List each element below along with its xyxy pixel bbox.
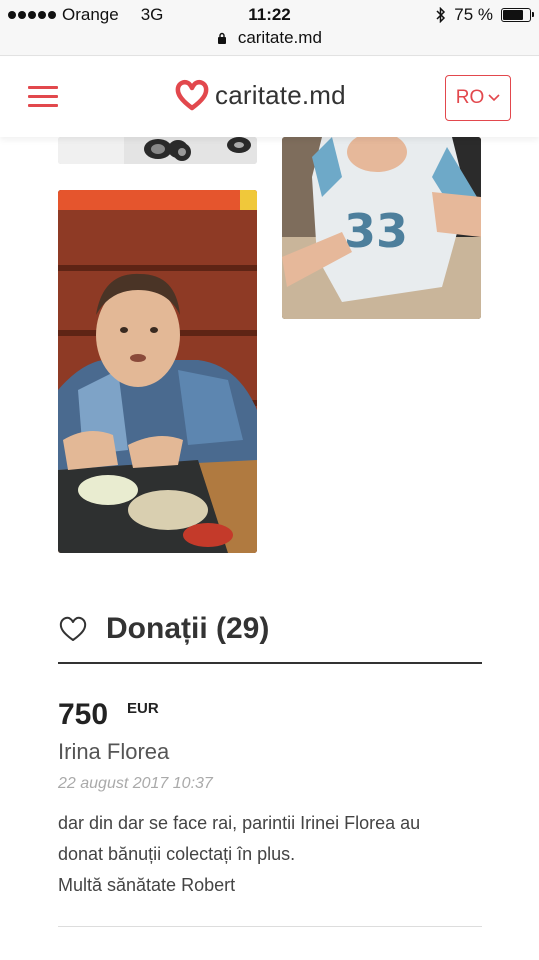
battery-percent: 75 % <box>454 5 493 24</box>
donation-divider <box>58 926 482 927</box>
heart-logo-icon <box>175 79 209 111</box>
donations-title: Donații (29) <box>106 612 270 645</box>
lock-icon <box>218 32 227 44</box>
donation-date: 22 august 2017 10:37 <box>58 775 213 792</box>
url-text: caritate.md <box>237 28 322 47</box>
donation-currency: EUR <box>127 700 159 717</box>
bluetooth-icon <box>436 7 446 23</box>
address-bar[interactable]: caritate.md <box>0 28 539 56</box>
heart-outline-icon <box>59 616 87 641</box>
status-right: 75 % <box>436 5 534 25</box>
logo-text: caritate.md <box>215 79 346 110</box>
site-header: caritate.md RO <box>0 57 539 137</box>
donation-amount: 750 <box>58 698 109 731</box>
menu-icon[interactable] <box>28 86 58 108</box>
gallery-photo-1[interactable] <box>58 137 257 164</box>
battery-icon <box>501 8 534 22</box>
donations-divider <box>58 662 482 664</box>
language-label: RO <box>455 87 485 108</box>
gallery-photo-2[interactable]: 33 <box>282 137 481 319</box>
svg-text:33: 33 <box>344 204 408 258</box>
site-logo[interactable]: caritate.md <box>175 79 346 111</box>
donor-name: Irina Florea <box>58 739 170 764</box>
donations-heading: Donații (29) <box>58 612 269 646</box>
gallery-photo-3[interactable] <box>58 190 257 553</box>
battery-fill <box>503 10 523 20</box>
chevron-down-icon <box>488 94 500 102</box>
donation-message: dar din dar se face rai, parintii Irinei… <box>58 813 421 895</box>
language-selector[interactable]: RO <box>445 75 511 121</box>
